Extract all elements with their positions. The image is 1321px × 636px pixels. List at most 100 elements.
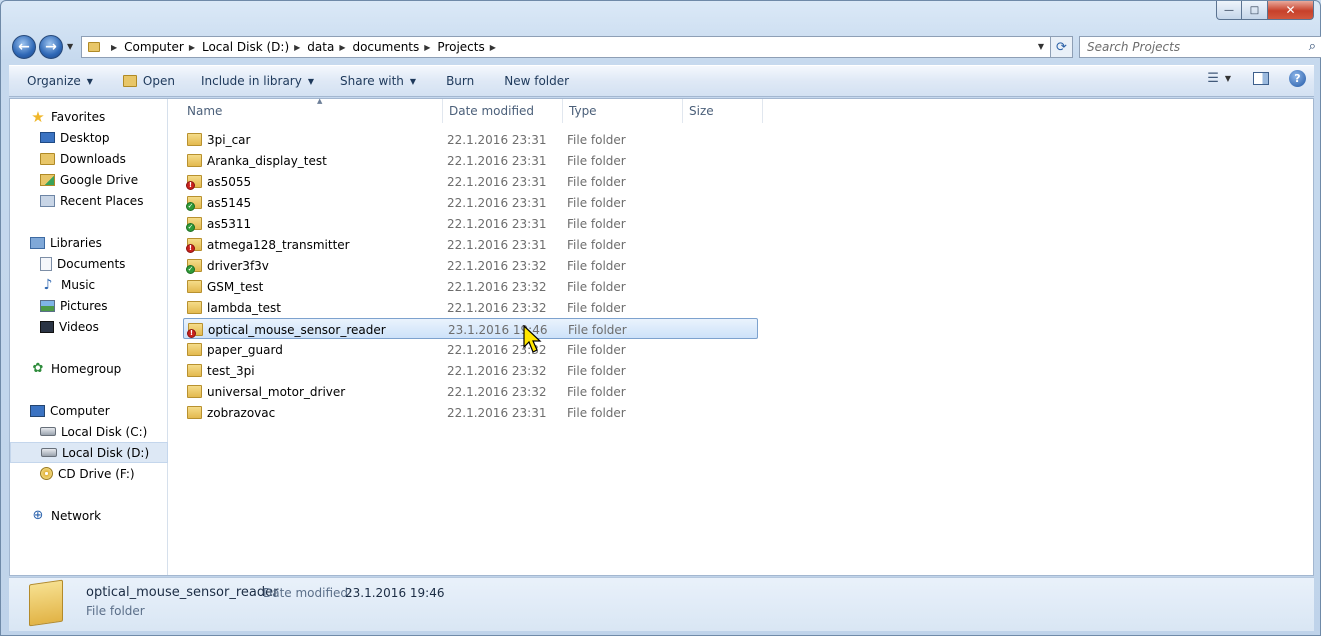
file-row[interactable]: ! as5055 22.1.2016 23:31 File folder xyxy=(183,171,758,192)
file-type: File folder xyxy=(567,195,626,210)
folder-icon: ✓ xyxy=(186,213,203,234)
file-name[interactable]: atmega128_transmitter xyxy=(207,234,350,255)
file-row[interactable]: GSM_test 22.1.2016 23:32 File folder xyxy=(183,276,758,297)
file-row[interactable]: 3pi_car 22.1.2016 23:31 File folder xyxy=(183,129,758,150)
breadcrumb-documents[interactable]: documents ▶ xyxy=(352,40,437,54)
burn-button[interactable]: Burn xyxy=(437,69,483,93)
sidebar-item-pictures[interactable]: Pictures xyxy=(10,295,168,316)
help-icon[interactable]: ? xyxy=(1289,70,1306,87)
command-bar: Organize ▼ Open Include in library ▼ Share… xyxy=(9,65,1314,97)
breadcrumb-projects[interactable]: Projects ▶ xyxy=(437,40,502,54)
sidebar-item-downloads[interactable]: Downloads xyxy=(10,148,168,169)
chevron-right-icon[interactable]: ▶ xyxy=(424,43,430,52)
chevron-right-icon[interactable]: ▶ xyxy=(111,43,117,52)
chevron-right-icon[interactable]: ▶ xyxy=(294,43,300,52)
file-name[interactable]: test_3pi xyxy=(207,360,255,381)
sidebar-item-label: CD Drive (F:) xyxy=(58,466,135,481)
hard-disk-icon xyxy=(40,427,56,436)
maximize-button[interactable]: □ xyxy=(1242,1,1268,20)
file-row[interactable]: ✓ as5311 22.1.2016 23:31 File folder xyxy=(183,213,758,234)
chevron-right-icon[interactable]: ▶ xyxy=(490,43,496,52)
file-row[interactable]: test_3pi 22.1.2016 23:32 File folder xyxy=(183,360,758,381)
file-row[interactable]: ✓ as5145 22.1.2016 23:31 File folder xyxy=(183,192,758,213)
file-row[interactable]: Aranka_display_test 22.1.2016 23:31 File f… xyxy=(183,150,758,171)
sidebar-item-local-disk-d[interactable]: Local Disk (D:) xyxy=(10,442,168,463)
file-name[interactable]: driver3f3v xyxy=(207,255,269,276)
file-name[interactable]: lambda_test xyxy=(207,297,281,318)
folder-icon xyxy=(187,301,202,314)
file-name[interactable]: 3pi_car xyxy=(207,129,250,150)
details-type: File folder xyxy=(86,604,145,618)
back-button[interactable]: ← xyxy=(12,35,36,59)
column-header-size[interactable]: Size xyxy=(683,99,763,123)
sidebar-item-recent-places[interactable]: Recent Places xyxy=(10,190,168,211)
search-icon[interactable]: ⌕ xyxy=(1309,39,1316,54)
close-button[interactable]: ✕ xyxy=(1268,1,1314,20)
organize-button[interactable]: Organize ▼ xyxy=(9,69,102,93)
forward-button[interactable]: → xyxy=(39,35,63,59)
sidebar-libraries[interactable]: Libraries xyxy=(10,232,168,253)
file-row[interactable]: ✓ driver3f3v 22.1.2016 23:32 File folder xyxy=(183,255,758,276)
open-button[interactable]: Open xyxy=(114,69,184,93)
breadcrumb-label[interactable]: Local Disk (D:) xyxy=(202,40,289,54)
breadcrumb-label[interactable]: Projects xyxy=(437,40,484,54)
sort-ascending-icon: ▲ xyxy=(317,97,323,105)
address-dropdown-icon[interactable]: ▼ xyxy=(1038,42,1044,51)
preview-pane-icon[interactable] xyxy=(1253,72,1269,85)
sidebar-network[interactable]: ⊕ Network xyxy=(10,505,168,526)
search-input[interactable] xyxy=(1085,38,1295,56)
file-row[interactable]: paper_guard 22.1.2016 23:32 File folder xyxy=(183,339,758,360)
breadcrumb-label[interactable]: data xyxy=(307,40,334,54)
file-list: Name ▲ Date modified Type Size 3pi_car 22… xyxy=(169,97,1313,575)
sidebar-item-local-disk-c[interactable]: Local Disk (C:) xyxy=(10,421,168,442)
folder-icon xyxy=(187,280,202,293)
file-name[interactable]: paper_guard xyxy=(207,339,283,360)
file-date-modified: 22.1.2016 23:32 xyxy=(447,384,547,399)
new-folder-button[interactable]: New folder xyxy=(495,69,578,93)
chevron-right-icon[interactable]: ▶ xyxy=(189,43,195,52)
sidebar-item-cd-drive[interactable]: CD Drive (F:) xyxy=(10,463,168,484)
sidebar-item-desktop[interactable]: Desktop xyxy=(10,127,168,148)
change-view-icon[interactable]: ☰ xyxy=(1207,71,1219,86)
status-ok-icon: ✓ xyxy=(186,265,195,274)
breadcrumb-data[interactable]: data ▶ xyxy=(307,40,352,54)
file-name[interactable]: as5055 xyxy=(207,171,251,192)
chevron-down-icon[interactable]: ▼ xyxy=(1225,74,1231,83)
chevron-right-icon[interactable]: ▶ xyxy=(339,43,345,52)
sidebar-favorites[interactable]: ★ Favorites xyxy=(10,106,168,127)
sidebar-item-videos[interactable]: Videos xyxy=(10,316,168,337)
file-name[interactable]: optical_mouse_sensor_reader xyxy=(208,319,386,340)
include-in-library-button[interactable]: Include in library ▼ xyxy=(192,69,323,93)
address-bar[interactable]: ▶ Computer ▶ Local Disk (D:) ▶ data ▶ docum… xyxy=(81,36,1051,58)
file-name[interactable]: as5145 xyxy=(207,192,251,213)
minimize-button[interactable]: — xyxy=(1216,1,1242,20)
file-row[interactable]: ! optical_mouse_sensor_reader 23.1.2016 19… xyxy=(183,318,758,339)
breadcrumb-computer[interactable]: Computer ▶ xyxy=(124,40,202,54)
sidebar-item-google-drive[interactable]: Google Drive xyxy=(10,169,168,190)
file-row[interactable]: zobrazovac 22.1.2016 23:31 File folder xyxy=(183,402,758,423)
folder-open-icon xyxy=(122,75,137,87)
column-header-name[interactable]: Name ▲ xyxy=(181,97,443,123)
refresh-button[interactable]: ⟳ xyxy=(1051,36,1073,58)
file-name[interactable]: zobrazovac xyxy=(207,402,275,423)
column-header-date-modified[interactable]: Date modified xyxy=(443,99,563,123)
file-name[interactable]: universal_motor_driver xyxy=(207,381,345,402)
recent-pages-dropdown[interactable]: ▼ xyxy=(67,42,73,51)
file-row[interactable]: lambda_test 22.1.2016 23:32 File folder xyxy=(183,297,758,318)
sidebar-homegroup[interactable]: ✿ Homegroup xyxy=(10,358,168,379)
file-row[interactable]: universal_motor_driver 22.1.2016 23:32 Fil… xyxy=(183,381,758,402)
file-row[interactable]: ! atmega128_transmitter 22.1.2016 23:31 Fil… xyxy=(183,234,758,255)
share-with-button[interactable]: Share with ▼ xyxy=(331,69,425,93)
file-name[interactable]: as5311 xyxy=(207,213,251,234)
column-header-type[interactable]: Type xyxy=(563,99,683,123)
file-name[interactable]: GSM_test xyxy=(207,276,263,297)
sidebar-item-documents[interactable]: Documents xyxy=(10,253,168,274)
column-header-label: Date modified xyxy=(449,104,535,118)
sidebar-item-music[interactable]: ♪ Music xyxy=(10,274,168,295)
new-folder-label: New folder xyxy=(504,74,570,88)
sidebar-computer[interactable]: Computer xyxy=(10,400,168,421)
breadcrumb-local-disk-d[interactable]: Local Disk (D:) ▶ xyxy=(202,40,307,54)
breadcrumb-label[interactable]: Computer xyxy=(124,40,184,54)
breadcrumb-label[interactable]: documents xyxy=(352,40,419,54)
file-name[interactable]: Aranka_display_test xyxy=(207,150,327,171)
